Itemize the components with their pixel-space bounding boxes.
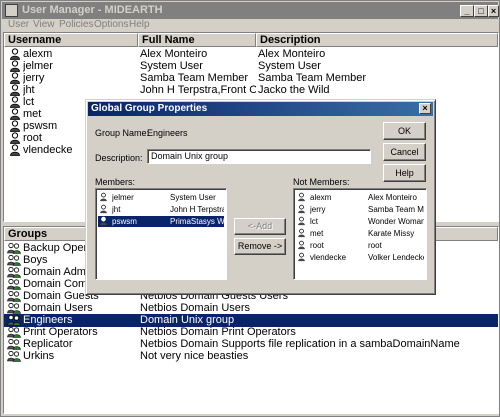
group-name: Urkins [23,350,55,362]
group-name-label: Group Name: [95,128,150,138]
user-icon [10,72,20,84]
app-icon [5,4,18,17]
not-member-username: vlendecke [310,253,347,262]
group-icon [7,338,21,350]
menu-user[interactable]: User [8,19,29,30]
group-icon [7,350,21,362]
menu-policies[interactable]: Policies [59,19,93,30]
group-icon [7,302,21,314]
not-member-item[interactable]: alexm Alex Monteiro [296,192,424,203]
group-icon [7,242,21,254]
member-username: jelmer [112,193,134,202]
member-item[interactable]: jht John H Terpstra [98,204,224,215]
user-icon [298,252,305,262]
menu-view[interactable]: View [33,19,55,30]
member-full-name: PrimaStasys We [170,217,224,226]
member-username: pswsm [112,217,137,226]
user-icon [100,204,107,214]
dialog-title-bar: Global Group Properties × [88,102,433,116]
not-member-username: root [310,241,324,250]
cancel-button[interactable]: Cancel [383,143,426,161]
user-icon [100,216,107,226]
member-item[interactable]: pswsm PrimaStasys We [98,216,224,227]
members-listbox[interactable]: jelmer System User jht John H Terpstra p… [95,188,227,280]
window-title: User Manager - MIDEARTH [22,4,163,16]
group-icon [7,326,21,338]
user-icon [100,192,107,202]
maximize-button[interactable]: □ [474,5,488,17]
user-icon [298,204,305,214]
not-member-full-name: Samba Team Me [368,205,424,214]
dialog-title: Global Group Properties [91,103,208,114]
member-username: jht [112,205,121,214]
group-icon [7,266,21,278]
remove-button[interactable]: Remove -> [234,238,286,255]
not-member-full-name: root [368,241,382,250]
user-icon [10,120,20,132]
not-member-item[interactable]: vlendecke Volker Lendecke [296,252,424,263]
not-member-username: alexm [310,193,332,202]
not-member-full-name: Karate Missy [368,229,415,238]
user-icon [10,48,20,60]
not-member-username: jerry [310,205,326,214]
not-member-item[interactable]: lct Wonder Woman [296,216,424,227]
title-bar: User Manager - MIDEARTH _ □ × [2,2,499,19]
user-icon [298,216,305,226]
description-label: Description: [95,153,143,163]
description-field[interactable]: Domain Unix group [147,149,371,164]
not-member-username: met [310,229,324,238]
not-member-full-name: Alex Monteiro [368,193,417,202]
user-icon [10,132,20,144]
group-icon [7,278,21,290]
menu-help[interactable]: Help [129,19,150,30]
group-name-value: Engineers [147,128,188,138]
not-member-username: lct [310,217,318,226]
help-button[interactable]: Help [383,164,426,182]
user-icon [10,60,20,72]
member-item[interactable]: jelmer System User [98,192,224,203]
user-icon [10,144,20,156]
group-row[interactable]: Urkins Not very nice beasties [4,350,498,363]
header-username[interactable]: Username [4,33,138,47]
not-member-full-name: Volker Lendecke [368,253,424,262]
not-member-full-name: Wonder Woman [368,217,424,226]
user-icon [298,228,305,238]
user-icon [10,108,20,120]
not-member-item[interactable]: root root [296,240,424,251]
member-full-name: John H Terpstra [170,205,224,214]
ok-button[interactable]: OK [383,122,426,140]
group-properties-dialog: Global Group Properties × Group Name: En… [85,99,436,295]
not-member-item[interactable]: met Karate Missy [296,228,424,239]
group-icon [7,254,21,266]
user-icon [298,192,305,202]
not-members-listbox[interactable]: alexm Alex Monteiro jerry Samba Team Me … [293,188,427,280]
group-description: Not very nice beasties [140,350,249,362]
close-button[interactable]: × [488,5,499,17]
not-member-item[interactable]: jerry Samba Team Me [296,204,424,215]
header-description[interactable]: Description [256,33,498,47]
menu-bar: User View Policies Options Help [2,19,498,33]
minimize-button[interactable]: _ [460,5,474,17]
add-button[interactable]: <-Add [234,218,286,235]
group-icon [7,290,21,302]
user-icon [10,96,20,108]
group-icon [7,314,21,326]
dialog-close-button[interactable]: × [419,103,431,114]
header-full-name[interactable]: Full Name [138,33,256,47]
menu-options[interactable]: Options [94,19,128,30]
user-icon [298,240,305,250]
not-members-label: Not Members: [293,177,350,187]
member-full-name: System User [170,193,216,202]
user-icon [10,84,20,96]
members-label: Members: [95,177,136,187]
